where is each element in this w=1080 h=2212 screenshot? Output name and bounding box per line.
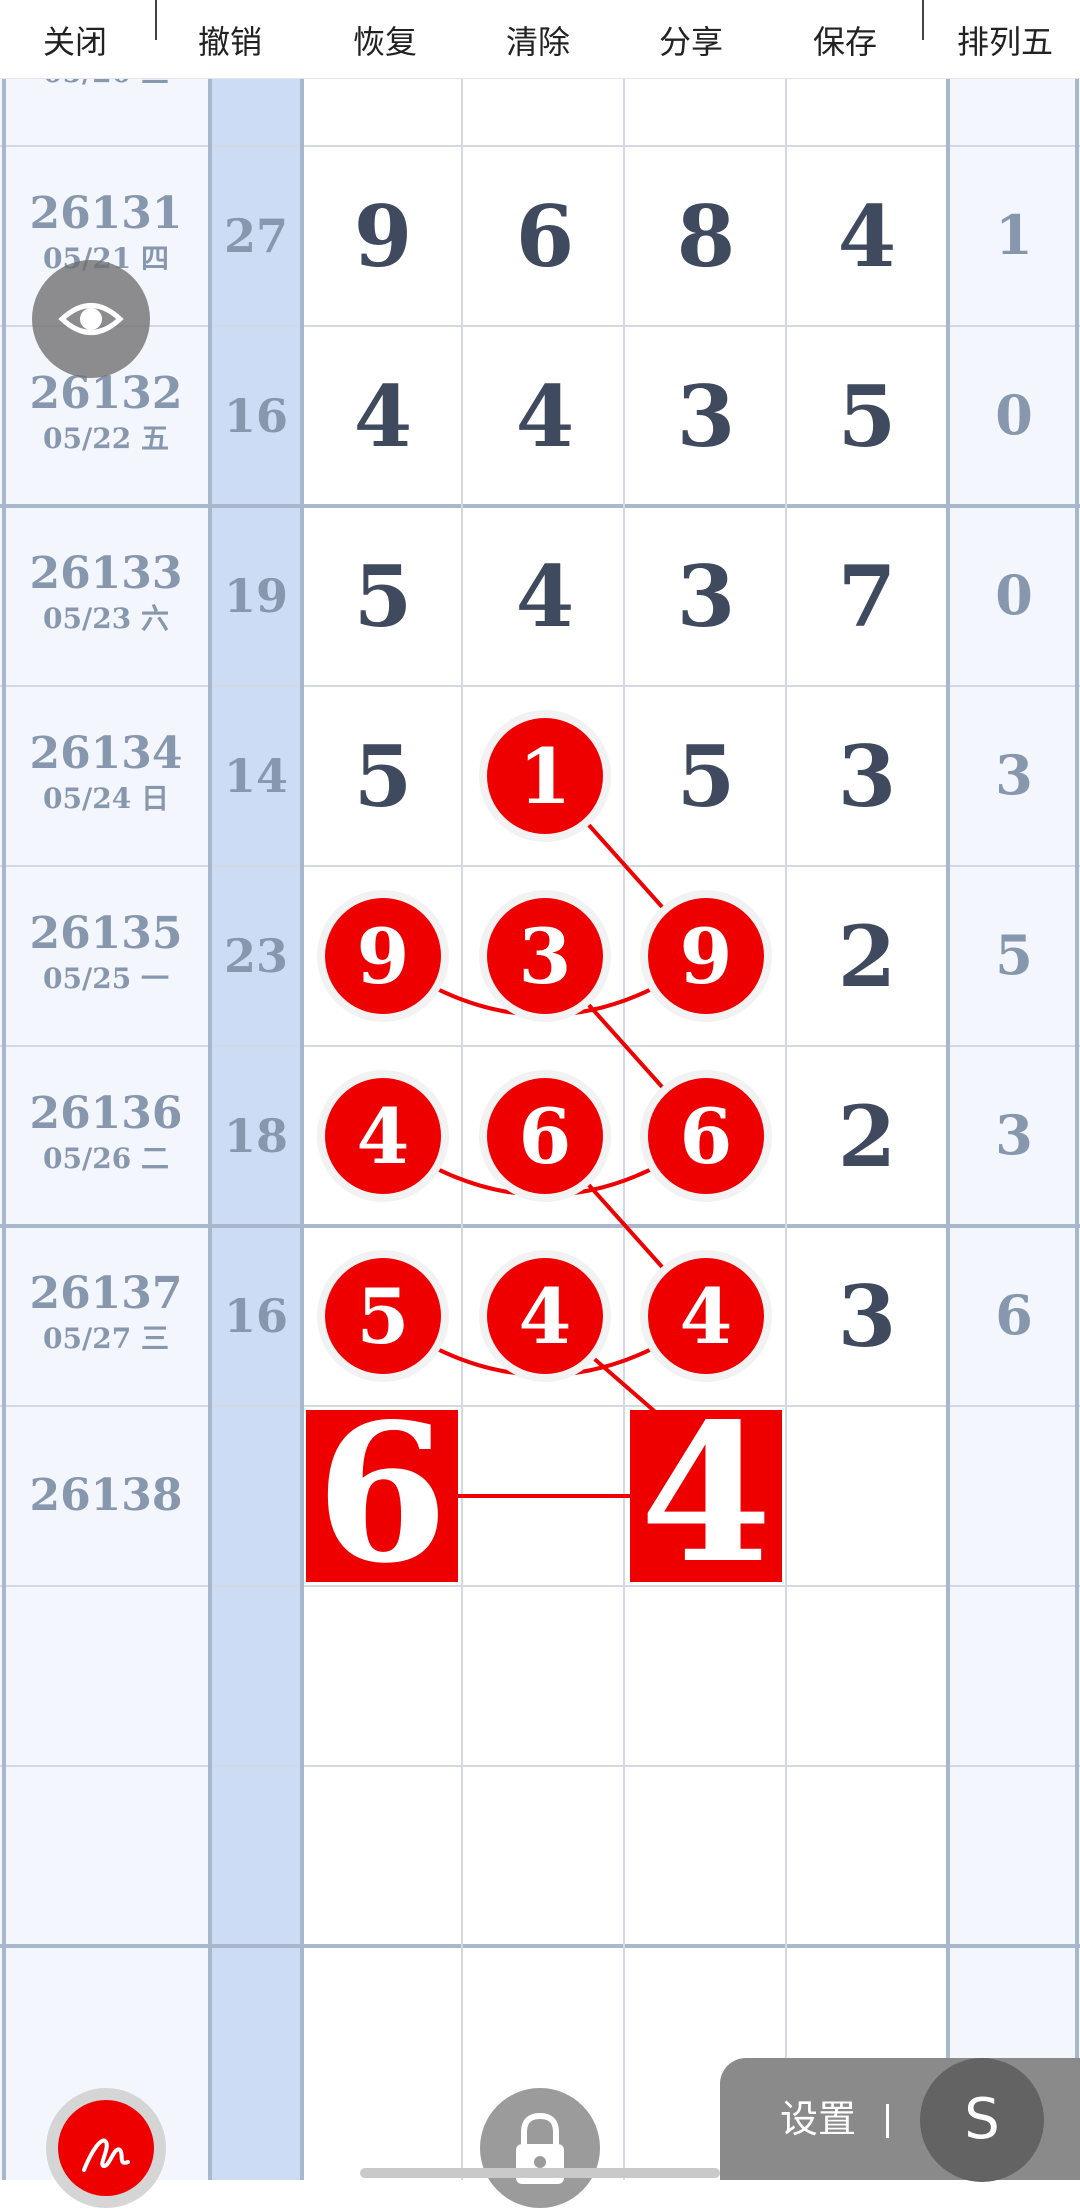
issue-date: 05/26 二 (43, 1142, 169, 1175)
last-value: 3 (995, 1103, 1033, 1167)
digit-value: 9 (354, 187, 412, 286)
issue-number: 26133 (29, 548, 182, 599)
issue-number: 26136 (29, 1088, 182, 1139)
digit-value: 5 (677, 727, 735, 826)
sum-value: 14 (224, 749, 288, 803)
highlighted-digit: 4 (357, 1092, 410, 1181)
issue-date: 05/25 一 (43, 962, 169, 995)
undo-button[interactable]: 撤销 (175, 0, 285, 78)
home-indicator (360, 2168, 720, 2178)
last-value: 5 (995, 923, 1033, 987)
sum-value: 18 (224, 1109, 288, 1163)
settings-divider (886, 2104, 889, 2138)
sum-value: 16 (224, 1289, 288, 1343)
eye-icon (58, 303, 124, 335)
lock-icon (516, 2112, 564, 2184)
digit-value: 7 (838, 547, 896, 646)
pen-tool-button[interactable] (46, 2088, 166, 2208)
highlighted-digit: 4 (519, 1272, 572, 1361)
chart-grid: 05/20 三2613105/21 四27968412613205/22 五16… (0, 0, 1080, 2180)
digit-value: 4 (516, 547, 574, 646)
highlighted-digit: 1 (519, 732, 572, 821)
close-button[interactable]: 关闭 (20, 0, 130, 78)
highlighted-digit: 6 (680, 1092, 733, 1181)
sum-value: 23 (224, 929, 288, 983)
issue-date: 05/22 五 (43, 422, 169, 455)
last-value: 1 (995, 203, 1033, 267)
pen-button-face (58, 2100, 154, 2196)
highlighted-digit: 5 (357, 1272, 410, 1361)
toolbar-divider (922, 0, 924, 40)
highlighted-digit: 9 (680, 912, 733, 1001)
eye-toggle-button[interactable] (32, 260, 150, 378)
lottery-type-button[interactable]: 排列五 (940, 0, 1070, 78)
highlighted-digit: 3 (519, 912, 572, 1001)
digit-value: 5 (354, 727, 412, 826)
digit-value: 3 (838, 1267, 896, 1366)
settings-button[interactable]: 设置 (780, 2058, 856, 2180)
last-value: 3 (995, 743, 1033, 807)
save-button[interactable]: 保存 (790, 0, 900, 78)
last-value: 0 (995, 383, 1033, 447)
settings-panel: 设置 S (720, 2058, 1080, 2182)
toolbar-divider (155, 0, 157, 40)
sum-value: 19 (224, 569, 288, 623)
issue-number: 26131 (29, 188, 182, 239)
digit-value: 3 (677, 547, 735, 646)
sum-value: 16 (224, 389, 288, 443)
digit-value: 2 (838, 1087, 896, 1186)
lock-button[interactable] (480, 2088, 600, 2208)
share-button[interactable]: 分享 (636, 0, 746, 78)
s-menu-button[interactable]: S (920, 2058, 1044, 2182)
digit-value: 4 (516, 367, 574, 466)
issue-date: 05/24 日 (43, 782, 169, 815)
clear-button[interactable]: 清除 (483, 0, 593, 78)
sum-value: 27 (224, 209, 288, 263)
issue-number: 26137 (29, 1268, 182, 1319)
prediction-digit-right: 4 (640, 1382, 772, 1605)
digit-value: 5 (354, 547, 412, 646)
lottery-chart: 05/20 三2613105/21 四27968412613205/22 五16… (0, 0, 1080, 2180)
digit-value: 3 (677, 367, 735, 466)
digit-value: 4 (838, 187, 896, 286)
digit-value: 6 (516, 187, 574, 286)
signature-icon (82, 2138, 130, 2172)
highlighted-digit: 4 (680, 1272, 733, 1361)
last-value: 0 (995, 563, 1033, 627)
issue-number: 26134 (29, 728, 182, 779)
issue-number: 26138 (29, 1470, 182, 1521)
digit-value: 2 (838, 907, 896, 1006)
issue-date: 05/27 三 (43, 1322, 169, 1355)
redo-button[interactable]: 恢复 (330, 0, 440, 78)
prediction-digit-left: 6 (316, 1382, 448, 1605)
top-toolbar: 关闭 撤销 恢复 清除 分享 保存 排列五 (0, 0, 1080, 79)
digit-value: 8 (677, 187, 735, 286)
highlighted-digit: 6 (519, 1092, 572, 1181)
issue-number: 26135 (29, 908, 182, 959)
digit-value: 4 (354, 367, 412, 466)
highlighted-digit: 9 (357, 912, 410, 1001)
issue-date: 05/23 六 (43, 602, 169, 635)
digit-value: 3 (838, 727, 896, 826)
digit-value: 5 (838, 367, 896, 466)
last-value: 6 (995, 1283, 1033, 1347)
